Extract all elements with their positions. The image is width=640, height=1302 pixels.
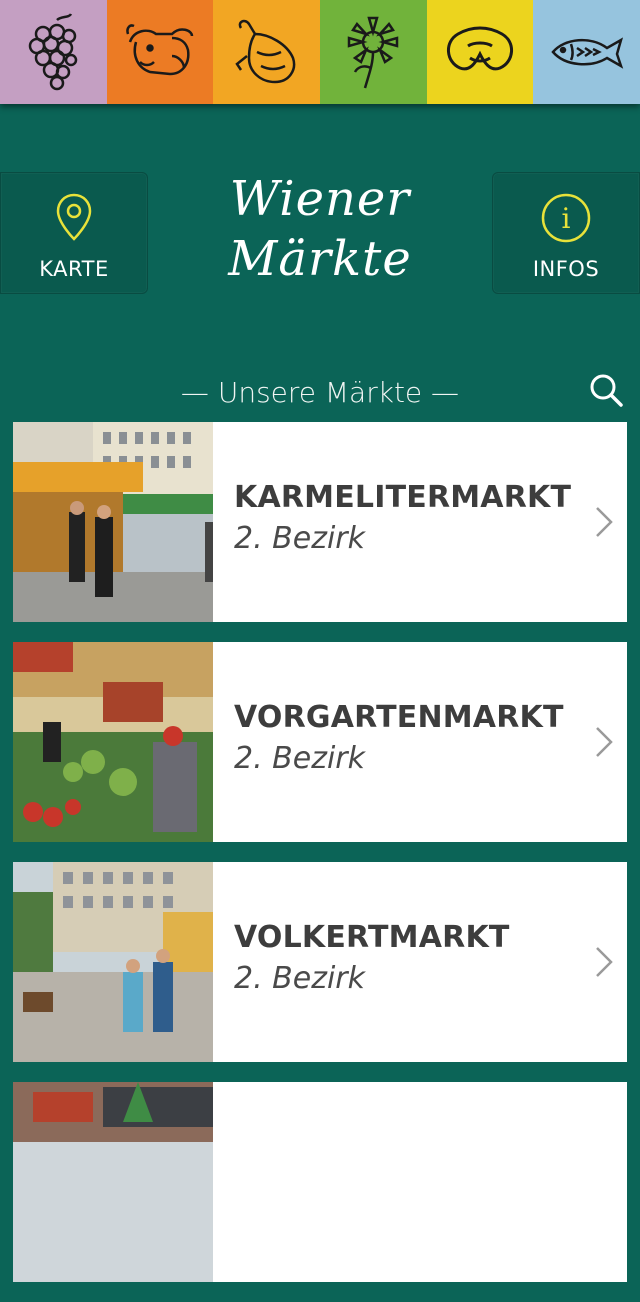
market-card-vorgartenmarkt[interactable]: VORGARTENMARKT 2. Bezirk <box>13 642 627 842</box>
map-pin-icon <box>56 193 92 241</box>
market-district: 2. Bezirk <box>234 741 365 776</box>
fish-strip <box>533 0 640 104</box>
market-card-partial[interactable] <box>13 1082 627 1282</box>
info-icon: i <box>541 193 591 243</box>
fish-icon <box>551 37 623 69</box>
search-icon <box>590 374 623 407</box>
cow-strip <box>106 0 214 104</box>
map-button[interactable]: KARTE <box>0 172 148 294</box>
market-list: KARMELITERMARKT 2. Bezirk VORGARTENMARKT <box>13 422 627 1302</box>
sunflower-icon <box>348 16 399 89</box>
chevron-right-icon <box>596 947 613 977</box>
market-photo <box>13 862 213 1062</box>
category-banner <box>0 0 640 104</box>
chevron-right-icon <box>596 727 613 757</box>
svg-text:i: i <box>562 202 571 235</box>
market-district: 2. Bezirk <box>234 961 365 996</box>
market-card-volkertmarkt[interactable]: VOLKERTMARKT 2. Bezirk <box>13 862 627 1062</box>
cow-icon <box>126 24 194 76</box>
market-photo <box>13 422 213 622</box>
chicken-strip <box>213 0 321 104</box>
market-name: VOLKERTMARKT <box>234 920 510 955</box>
market-name: VORGARTENMARKT <box>234 700 564 735</box>
chicken-icon <box>234 19 295 84</box>
market-card-karmelitermarkt[interactable]: KARMELITERMARKT 2. Bezirk <box>13 422 627 622</box>
logo-line-1: Wiener <box>229 171 411 227</box>
market-photo <box>13 1082 213 1282</box>
grapes-strip <box>0 0 107 104</box>
market-name: KARMELITERMARKT <box>234 480 572 515</box>
app-logo: Wiener Märkte <box>200 168 440 298</box>
search-button[interactable] <box>588 372 624 408</box>
sunflower-strip <box>320 0 427 104</box>
section-title: — Unsere Märkte — <box>180 376 460 409</box>
grapes-icon <box>29 13 78 91</box>
info-button[interactable]: i INFOS <box>492 172 640 294</box>
pretzel-icon <box>447 26 514 71</box>
info-button-label: INFOS <box>532 257 600 281</box>
map-button-label: KARTE <box>39 257 109 281</box>
logo-line-2: Märkte <box>228 231 412 287</box>
market-photo <box>13 642 213 842</box>
market-district: 2. Bezirk <box>234 521 365 556</box>
chevron-right-icon <box>596 507 613 537</box>
pretzel-strip <box>426 0 534 104</box>
